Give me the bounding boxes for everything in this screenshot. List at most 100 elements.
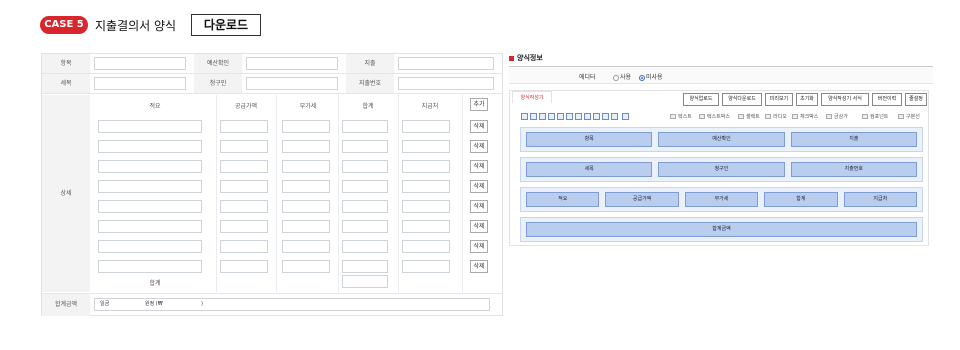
detail-cell-input[interactable] xyxy=(402,180,450,193)
toolbar-button[interactable]: 버전이력 xyxy=(872,93,902,106)
layout-3col-icon[interactable] xyxy=(539,113,546,120)
detail-cell-input[interactable] xyxy=(98,240,202,253)
detail-cell-input[interactable] xyxy=(220,200,268,213)
toolbar-button[interactable]: 양식업로드 xyxy=(683,93,719,106)
detail-cell-input[interactable] xyxy=(98,180,202,193)
legend-item[interactable]: 텍스트 xyxy=(670,113,692,120)
delete-row-button[interactable]: 삭제 xyxy=(470,120,488,133)
layout-11col-icon[interactable] xyxy=(611,113,618,120)
legend-item[interactable]: 텍스트박스 xyxy=(699,113,730,120)
legend-item[interactable]: 셀렉트 xyxy=(738,113,760,120)
detail-cell-input[interactable] xyxy=(342,180,388,193)
detail-cell-input[interactable] xyxy=(282,220,330,233)
detail-cell-input[interactable] xyxy=(98,260,202,273)
form-field-block[interactable]: 지출번호 xyxy=(790,162,917,177)
detail-cell-input[interactable] xyxy=(282,260,330,273)
detail-cell-input[interactable] xyxy=(220,140,268,153)
layout-4col-icon[interactable] xyxy=(548,113,555,120)
layout-8col-icon[interactable] xyxy=(584,113,591,120)
item-input[interactable] xyxy=(94,57,186,70)
legend-item[interactable]: 체크박스 xyxy=(792,113,818,120)
detail-cell-input[interactable] xyxy=(282,200,330,213)
detail-cell-input[interactable] xyxy=(98,120,202,133)
delete-row-button[interactable]: 삭제 xyxy=(470,240,488,253)
detail-cell-input[interactable] xyxy=(98,220,202,233)
detail-cell-input[interactable] xyxy=(220,260,268,273)
layout-7col-icon[interactable] xyxy=(575,113,582,120)
expense-input[interactable] xyxy=(398,57,494,70)
delete-row-button[interactable]: 삭제 xyxy=(470,160,488,173)
form-field-block[interactable]: 지출 xyxy=(790,132,917,147)
toolbar-button[interactable]: 양식다운로드 xyxy=(722,93,762,106)
detail-cell-input[interactable] xyxy=(98,160,202,173)
detail-cell-input[interactable] xyxy=(98,200,202,213)
detail-cell-input[interactable] xyxy=(342,160,388,173)
claimant-input[interactable] xyxy=(246,77,338,90)
form-field-block[interactable]: 지급처 xyxy=(843,192,917,207)
form-field-block[interactable]: 예산확인 xyxy=(658,132,785,147)
detail-cell-input[interactable] xyxy=(402,140,450,153)
editor-radio-on[interactable]: 사용 xyxy=(613,72,631,81)
legend-item[interactable]: 라디오 xyxy=(765,113,787,120)
detail-cell-input[interactable] xyxy=(220,240,268,253)
delete-row-button[interactable]: 삭제 xyxy=(470,140,488,153)
subitem-input[interactable] xyxy=(94,77,186,90)
toolbar-button[interactable]: 양식작성기 서식 xyxy=(821,93,869,106)
form-field-block[interactable]: 합계 xyxy=(764,192,838,207)
detail-cell-input[interactable] xyxy=(282,180,330,193)
layout-2col-icon[interactable] xyxy=(530,113,537,120)
delete-row-button[interactable]: 삭제 xyxy=(470,260,488,273)
detail-cell-input[interactable] xyxy=(342,140,388,153)
detail-cell-input[interactable] xyxy=(98,140,202,153)
sum-total-input[interactable] xyxy=(342,275,388,288)
form-field-block[interactable]: 적요 xyxy=(526,192,600,207)
layout-9col-icon[interactable] xyxy=(593,113,600,120)
form-field-block[interactable]: 항목 xyxy=(526,132,653,147)
delete-row-button[interactable]: 삭제 xyxy=(470,200,488,213)
toolbar-button[interactable]: 초기화 xyxy=(796,93,818,106)
budget-check-input[interactable] xyxy=(246,57,338,70)
layout-1col-icon[interactable] xyxy=(521,113,528,120)
form-field-block[interactable]: 청구인 xyxy=(658,162,785,177)
form-field-block[interactable]: 세목 xyxy=(526,162,653,177)
layout-10col-icon[interactable] xyxy=(602,113,609,120)
detail-cell-input[interactable] xyxy=(402,220,450,233)
detail-cell-input[interactable] xyxy=(282,140,330,153)
detail-cell-input[interactable] xyxy=(342,220,388,233)
expense-number-input[interactable] xyxy=(398,77,494,90)
detail-cell-input[interactable] xyxy=(220,220,268,233)
delete-row-button[interactable]: 삭제 xyxy=(470,180,488,193)
detail-cell-input[interactable] xyxy=(220,160,268,173)
legend-item[interactable]: 구분선 xyxy=(898,113,920,120)
detail-cell-input[interactable] xyxy=(342,260,388,273)
layout-6col-icon[interactable] xyxy=(566,113,573,120)
detail-cell-input[interactable] xyxy=(282,160,330,173)
detail-cell-input[interactable] xyxy=(282,120,330,133)
detail-cell-input[interactable] xyxy=(402,240,450,253)
detail-cell-input[interactable] xyxy=(402,120,450,133)
form-field-block[interactable]: 부가세 xyxy=(684,192,759,207)
editor-radio-off[interactable]: 미사용 xyxy=(639,72,663,81)
detail-cell-input[interactable] xyxy=(402,260,450,273)
layout-5col-icon[interactable] xyxy=(557,113,564,120)
toolbar-button[interactable]: 미리보기 xyxy=(765,93,793,106)
toolbar-button[interactable]: 줄설정 xyxy=(905,93,927,106)
detail-cell-input[interactable] xyxy=(342,200,388,213)
add-row-button[interactable]: 추가 xyxy=(470,98,488,111)
layout-12col-icon[interactable] xyxy=(622,113,629,120)
legend-item[interactable]: 금상가 xyxy=(826,113,848,120)
detail-cell-input[interactable] xyxy=(220,180,268,193)
tab-form-builder[interactable]: 양식작성기 xyxy=(512,91,552,103)
delete-row-button[interactable]: 삭제 xyxy=(470,220,488,233)
download-button[interactable]: 다운로드 xyxy=(191,14,261,36)
legend-item[interactable]: 컴포넌트 xyxy=(862,113,888,120)
detail-cell-input[interactable] xyxy=(402,160,450,173)
detail-cell-input[interactable] xyxy=(342,120,388,133)
form-field-block[interactable]: 공급가액 xyxy=(605,192,679,207)
form-field-block[interactable]: 합계금액 xyxy=(526,222,917,237)
detail-cell-input[interactable] xyxy=(402,200,450,213)
total-amount-field[interactable]: 일금 원정 (₩ ) xyxy=(94,298,490,311)
detail-cell-input[interactable] xyxy=(282,240,330,253)
detail-cell-input[interactable] xyxy=(220,120,268,133)
detail-cell-input[interactable] xyxy=(342,240,388,253)
